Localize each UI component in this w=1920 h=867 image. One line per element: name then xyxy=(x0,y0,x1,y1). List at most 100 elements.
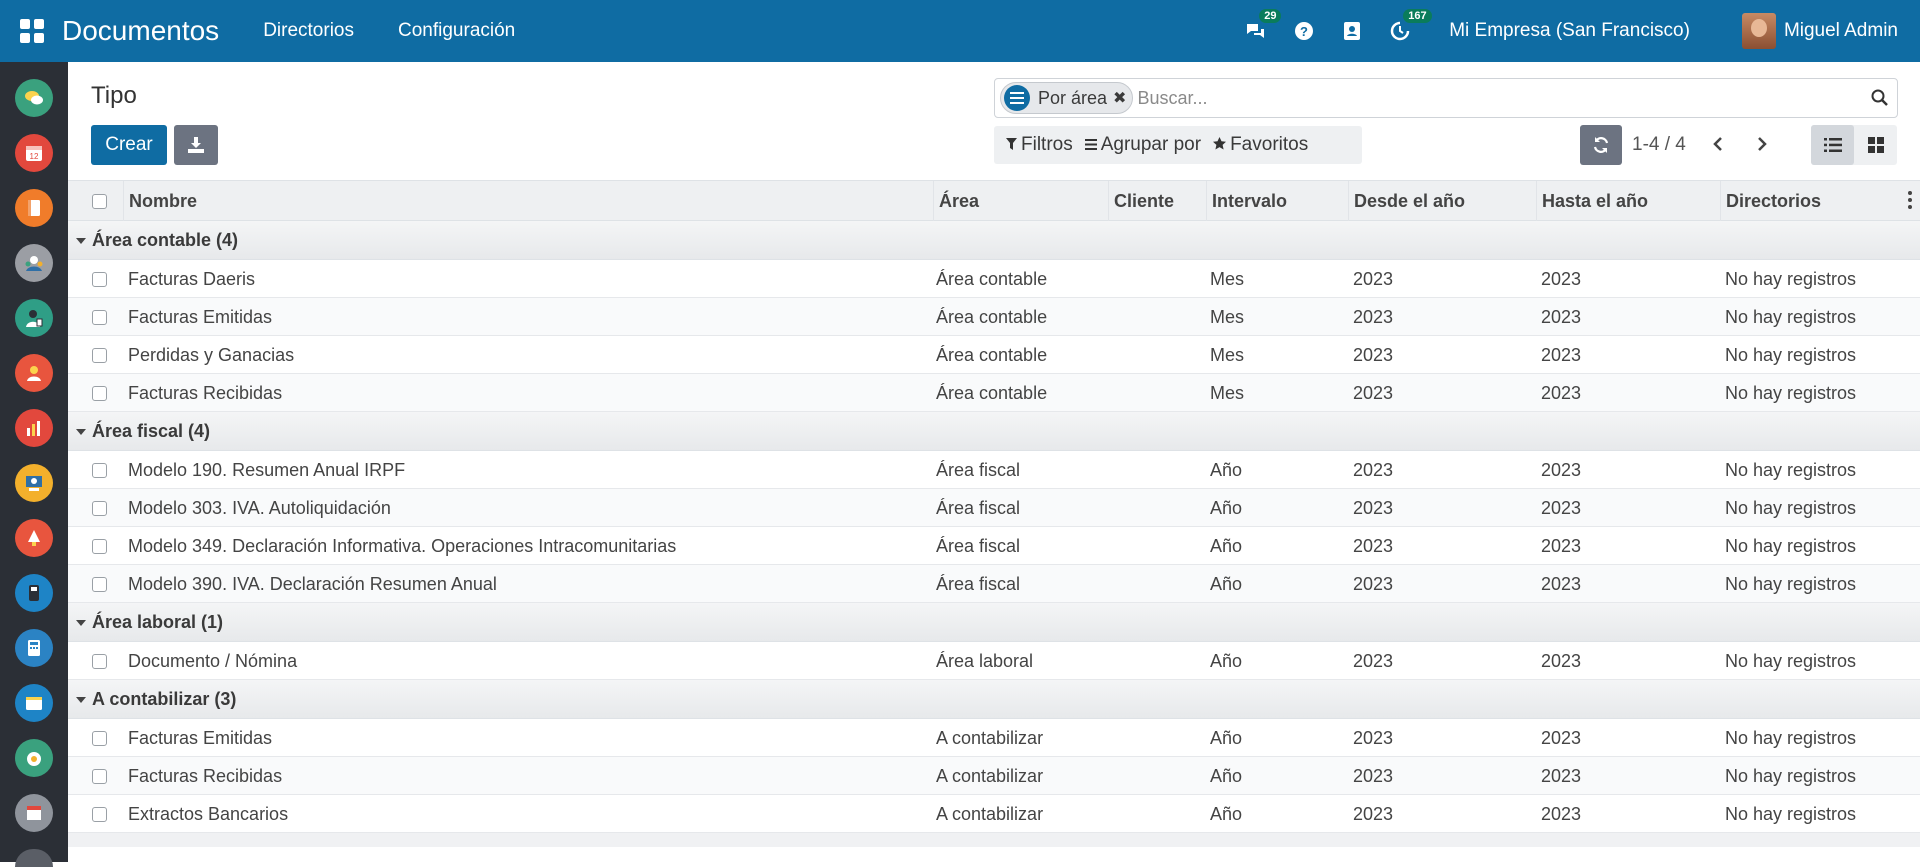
cell-directorios: No hay registros xyxy=(1725,766,1857,786)
table-row[interactable]: Facturas Emitidas A contabilizar Año 2023 20… xyxy=(68,719,1920,757)
optional-columns-icon[interactable] xyxy=(1908,191,1912,209)
address-book-icon[interactable] xyxy=(1339,18,1365,44)
page-title: Tipo xyxy=(91,82,137,109)
group-title: A contabilizar (3) xyxy=(92,689,237,709)
column-nombre[interactable]: Nombre xyxy=(123,181,873,221)
pager-next-button[interactable] xyxy=(1752,132,1772,156)
messaging-icon[interactable]: 29 xyxy=(1243,9,1282,44)
cell-intervalo: Año xyxy=(1210,574,1243,594)
cell-area: Área fiscal xyxy=(936,574,1021,594)
pager-previous-button[interactable] xyxy=(1708,132,1728,156)
row-checkbox[interactable] xyxy=(92,539,107,554)
view-switcher xyxy=(1811,125,1897,165)
list-view-button[interactable] xyxy=(1811,125,1854,165)
website-icon[interactable] xyxy=(15,794,53,832)
reporting-icon[interactable] xyxy=(15,409,53,447)
calendar-icon[interactable]: 12 xyxy=(15,134,53,172)
cell-directorios: No hay registros xyxy=(1725,536,1857,556)
table-row[interactable]: Modelo 303. IVA. Autoliquidación Área fis… xyxy=(68,489,1920,527)
help-icon[interactable]: ? xyxy=(1291,18,1317,44)
meeting-icon[interactable] xyxy=(15,464,53,502)
row-checkbox[interactable] xyxy=(92,463,107,478)
group-by-button[interactable]: Agrupar por xyxy=(1084,134,1201,156)
create-button[interactable]: Crear xyxy=(91,125,167,165)
group-rows: Documento / Nómina Área laboral Año 2023 202… xyxy=(68,642,1920,680)
column-hasta[interactable]: Hasta el año xyxy=(1536,181,1720,221)
export-button[interactable] xyxy=(174,125,218,165)
cell-intervalo: Año xyxy=(1210,728,1243,748)
cell-hasta: 2023 xyxy=(1541,651,1582,671)
row-checkbox[interactable] xyxy=(92,348,107,363)
table-header: Nombre Área Cliente Intervalo Desde el a… xyxy=(68,180,1920,221)
column-cliente[interactable]: Cliente xyxy=(1108,181,1206,221)
time-off-icon[interactable] xyxy=(15,519,53,557)
cell-intervalo: Año xyxy=(1210,766,1243,786)
activity-clock-icon[interactable]: 167 xyxy=(1387,9,1432,44)
select-all-checkbox[interactable] xyxy=(92,194,107,209)
table-row[interactable]: Facturas Recibidas A contabilizar Año 2023 2… xyxy=(68,757,1920,795)
table-row[interactable]: Perdidas y Ganacias Área contable Mes 2023 2… xyxy=(68,336,1920,374)
table-row[interactable]: Facturas Daeris Área contable Mes 2023 2023 N… xyxy=(68,260,1920,298)
contacts-icon[interactable] xyxy=(15,244,53,282)
favorites-button[interactable]: Favoritos xyxy=(1213,134,1308,156)
column-area[interactable]: Área xyxy=(933,181,1110,221)
accounting-icon[interactable] xyxy=(15,629,53,667)
table-row[interactable]: Modelo 349. Declaración Informativa. Ope… xyxy=(68,527,1920,565)
group-rows: Facturas Daeris Área contable Mes 2023 2023 N… xyxy=(68,260,1920,412)
company-switcher[interactable]: Mi Empresa (San Francisco) xyxy=(1449,20,1690,42)
refresh-button[interactable] xyxy=(1580,125,1622,165)
point-of-sale-icon[interactable] xyxy=(15,574,53,612)
app-brand[interactable]: Documentos xyxy=(62,15,219,47)
user-avatar[interactable] xyxy=(1741,13,1776,49)
cell-nombre: Documento / Nómina xyxy=(128,651,298,671)
row-checkbox[interactable] xyxy=(92,769,107,784)
group-rows: Facturas Emitidas A contabilizar Año 2023 20… xyxy=(68,719,1920,833)
app-menu-icon[interactable] xyxy=(20,19,44,43)
cell-directorios: No hay registros xyxy=(1725,498,1857,518)
table-row[interactable]: Facturas Emitidas Área contable Mes 2023 202… xyxy=(68,298,1920,336)
cell-desde: 2023 xyxy=(1353,728,1394,748)
row-checkbox[interactable] xyxy=(92,310,107,325)
employees-icon[interactable] xyxy=(15,299,53,337)
planning-icon[interactable] xyxy=(15,684,53,722)
row-checkbox[interactable] xyxy=(92,807,107,822)
top-navbar: Documentos Directorios Configuración 29 … xyxy=(0,0,1920,62)
filters-button[interactable]: Filtros xyxy=(1006,134,1073,156)
search-facet[interactable]: Por área ✖ xyxy=(1000,82,1134,114)
row-checkbox[interactable] xyxy=(92,386,107,401)
table-row[interactable]: Modelo 390. IVA. Declaración Resumen Anu… xyxy=(68,565,1920,603)
row-checkbox[interactable] xyxy=(92,654,107,669)
facet-remove-icon[interactable]: ✖ xyxy=(1113,88,1126,108)
row-checkbox[interactable] xyxy=(92,501,107,516)
row-checkbox[interactable] xyxy=(92,731,107,746)
row-checkbox[interactable] xyxy=(92,577,107,592)
group-row[interactable]: Área fiscal (4) xyxy=(68,412,1920,451)
more-apps-icon[interactable] xyxy=(15,849,53,867)
discuss-icon[interactable] xyxy=(15,79,53,117)
column-directorios[interactable]: Directorios xyxy=(1720,181,1870,221)
cell-nombre: Facturas Recibidas xyxy=(128,766,283,786)
kanban-view-button[interactable] xyxy=(1854,125,1897,165)
table-row[interactable]: Modelo 190. Resumen Anual IRPF Área fisca… xyxy=(68,451,1920,489)
lunch-icon[interactable] xyxy=(15,739,53,777)
search-input[interactable] xyxy=(1137,87,1871,109)
column-intervalo[interactable]: Intervalo xyxy=(1206,181,1348,221)
group-title: Área laboral (1) xyxy=(92,612,224,632)
column-desde[interactable]: Desde el año xyxy=(1348,181,1537,221)
menu-configuracion[interactable]: Configuración xyxy=(398,20,515,42)
table-row[interactable]: Facturas Recibidas Área contable Mes 2023 20… xyxy=(68,374,1920,412)
crm-icon[interactable] xyxy=(15,354,53,392)
caret-down-icon xyxy=(76,619,86,626)
table-row[interactable]: Extractos Bancarios A contabilizar Año 2023… xyxy=(68,795,1920,833)
search-icon[interactable] xyxy=(1871,89,1889,107)
row-checkbox[interactable] xyxy=(92,272,107,287)
pager-value[interactable]: 1-4 / 4 xyxy=(1632,134,1686,156)
group-row[interactable]: Área contable (4) xyxy=(68,221,1920,260)
table-row[interactable]: Documento / Nómina Área laboral Año 2023 202… xyxy=(68,642,1920,680)
user-menu[interactable]: Miguel Admin xyxy=(1784,20,1898,42)
group-row[interactable]: A contabilizar (3) xyxy=(68,680,1920,719)
group-row[interactable]: Área laboral (1) xyxy=(68,603,1920,642)
notes-icon[interactable] xyxy=(15,189,53,227)
menu-directorios[interactable]: Directorios xyxy=(263,20,354,42)
search-bar: Por área ✖ xyxy=(994,78,1898,118)
